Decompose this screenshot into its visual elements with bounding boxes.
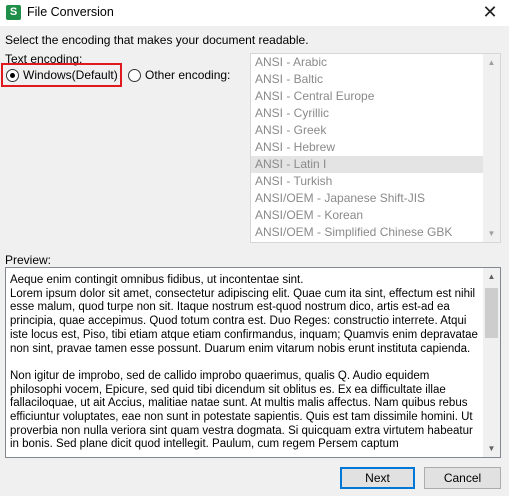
preview-scrollbar[interactable]: ▲ ▼: [483, 268, 500, 457]
other-encoding-radio[interactable]: Other encoding:: [128, 66, 230, 84]
radio-checked-icon: [6, 68, 19, 82]
encoding-item[interactable]: ANSI - Hebrew: [251, 139, 483, 156]
scroll-up-icon[interactable]: ▲: [483, 54, 500, 71]
scroll-down-icon[interactable]: ▼: [483, 225, 500, 242]
encoding-item[interactable]: ANSI - Baltic: [251, 71, 483, 88]
encoding-item[interactable]: ANSI - Central Europe: [251, 88, 483, 105]
encoding-item[interactable]: ANSI/OEM - Japanese Shift-JIS: [251, 190, 483, 207]
encoding-list-scrollbar[interactable]: ▲ ▼: [483, 54, 500, 242]
preview-text: Aeque enim contingit omnibus fidibus, ut…: [10, 274, 478, 451]
encoding-item[interactable]: ANSI/OEM - Simplified Chinese GBK: [251, 224, 483, 241]
preview-pane[interactable]: Aeque enim contingit omnibus fidibus, ut…: [5, 267, 501, 458]
other-encoding-label: Other encoding:: [145, 68, 231, 82]
windows-default-radio[interactable]: Windows(Default): [6, 66, 118, 84]
cancel-button[interactable]: Cancel: [424, 467, 501, 489]
preview-label: Preview:: [5, 253, 52, 267]
title-bar: S File Conversion ✕: [0, 0, 509, 26]
encoding-item-selected[interactable]: ANSI - Latin I: [251, 156, 483, 173]
scroll-thumb[interactable]: [485, 288, 498, 338]
encoding-item[interactable]: ANSI - Greek: [251, 122, 483, 139]
encoding-item[interactable]: ANSI - Turkish: [251, 173, 483, 190]
app-icon: S: [6, 5, 21, 20]
radio-unchecked-icon: [128, 68, 141, 82]
window-title: File Conversion: [27, 5, 114, 19]
encoding-item[interactable]: ANSI - Cyrillic: [251, 105, 483, 122]
next-button[interactable]: Next: [340, 467, 415, 489]
windows-default-label: Windows(Default): [23, 68, 118, 82]
close-icon[interactable]: ✕: [479, 1, 501, 23]
encoding-list[interactable]: ANSI - Arabic ANSI - Baltic ANSI - Centr…: [250, 53, 501, 243]
scroll-down-icon[interactable]: ▼: [483, 440, 500, 457]
encoding-item[interactable]: ANSI - Arabic: [251, 54, 483, 71]
encoding-item[interactable]: ANSI/OEM - Korean: [251, 207, 483, 224]
scroll-up-icon[interactable]: ▲: [483, 268, 500, 285]
instruction-text: Select the encoding that makes your docu…: [5, 33, 309, 47]
